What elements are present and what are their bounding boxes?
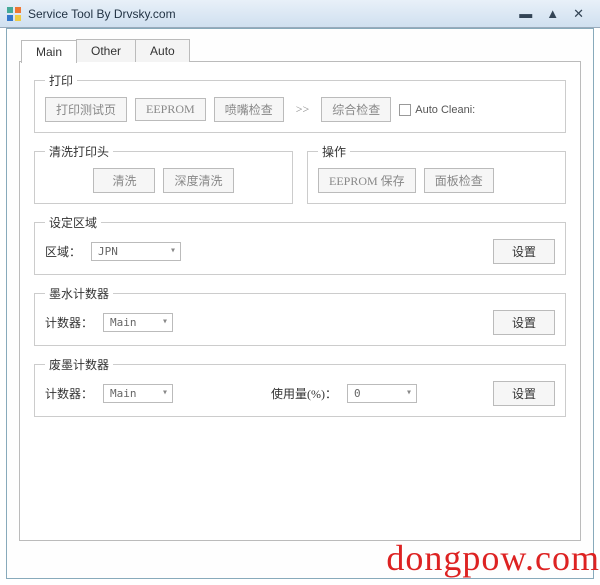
arrow-icon: >> bbox=[292, 102, 314, 117]
clean-button[interactable]: 清洗 bbox=[93, 168, 155, 193]
minimize-button[interactable]: ▬ bbox=[519, 6, 532, 22]
panel-check-button[interactable]: 面板检查 bbox=[424, 168, 494, 193]
ink-counter-select[interactable]: Main bbox=[103, 313, 173, 332]
tab-strip: Main Other Auto bbox=[21, 39, 593, 62]
region-legend: 设定区域 bbox=[45, 214, 101, 231]
window-controls: ▬ ▲ ✕ bbox=[519, 6, 594, 22]
maximize-button[interactable]: ▲ bbox=[546, 6, 559, 22]
region-set-button[interactable]: 设置 bbox=[493, 239, 555, 264]
ink-counter-label: 计数器： bbox=[45, 314, 93, 331]
operation-legend: 操作 bbox=[318, 143, 350, 160]
waste-counter-select[interactable]: Main bbox=[103, 384, 173, 403]
region-label: 区域： bbox=[45, 243, 81, 260]
operation-group: 操作 EEPROM 保存 面板检查 bbox=[307, 143, 566, 204]
auto-clean-label: Auto Cleani: bbox=[415, 104, 475, 116]
checkbox-icon bbox=[399, 104, 411, 116]
tab-main[interactable]: Main bbox=[21, 40, 77, 63]
waste-counter-group: 废墨计数器 计数器： Main 使用量(%)： 0 设置 bbox=[34, 356, 566, 417]
tab-panel-main: 打印 打印测试页 EEPROM 喷嘴检查 >> 综合检查 Auto Cleani… bbox=[19, 61, 581, 541]
ink-counter-group: 墨水计数器 计数器： Main 设置 bbox=[34, 285, 566, 346]
waste-counter-label: 计数器： bbox=[45, 385, 93, 402]
tab-other[interactable]: Other bbox=[76, 39, 136, 62]
eeprom-button[interactable]: EEPROM bbox=[135, 98, 206, 121]
auto-clean-checkbox[interactable]: Auto Cleani: bbox=[399, 104, 475, 116]
window-title: Service Tool By Drvsky.com bbox=[28, 7, 519, 21]
clean-legend: 清洗打印头 bbox=[45, 143, 113, 160]
waste-set-button[interactable]: 设置 bbox=[493, 381, 555, 406]
eeprom-save-button[interactable]: EEPROM 保存 bbox=[318, 168, 416, 193]
print-testpage-button[interactable]: 打印测试页 bbox=[45, 97, 127, 122]
nozzle-check-button[interactable]: 喷嘴检查 bbox=[214, 97, 284, 122]
clean-group: 清洗打印头 清洗 深度清洗 bbox=[34, 143, 293, 204]
overall-check-button[interactable]: 综合检查 bbox=[321, 97, 391, 122]
close-button[interactable]: ✕ bbox=[573, 6, 584, 22]
ink-counter-legend: 墨水计数器 bbox=[45, 285, 113, 302]
app-icon bbox=[6, 6, 22, 22]
print-group: 打印 打印测试页 EEPROM 喷嘴检查 >> 综合检查 Auto Cleani… bbox=[34, 72, 566, 133]
deep-clean-button[interactable]: 深度清洗 bbox=[163, 168, 233, 193]
usage-select[interactable]: 0 bbox=[347, 384, 417, 403]
client-area: Main Other Auto 打印 打印测试页 EEPROM 喷嘴检查 >> … bbox=[6, 28, 594, 579]
waste-counter-legend: 废墨计数器 bbox=[45, 356, 113, 373]
region-select[interactable]: JPN bbox=[91, 242, 181, 261]
print-legend: 打印 bbox=[45, 72, 77, 89]
titlebar: Service Tool By Drvsky.com ▬ ▲ ✕ bbox=[0, 0, 600, 28]
usage-label: 使用量(%)： bbox=[271, 385, 337, 402]
region-group: 设定区域 区域： JPN 设置 bbox=[34, 214, 566, 275]
ink-set-button[interactable]: 设置 bbox=[493, 310, 555, 335]
tab-auto[interactable]: Auto bbox=[135, 39, 190, 62]
